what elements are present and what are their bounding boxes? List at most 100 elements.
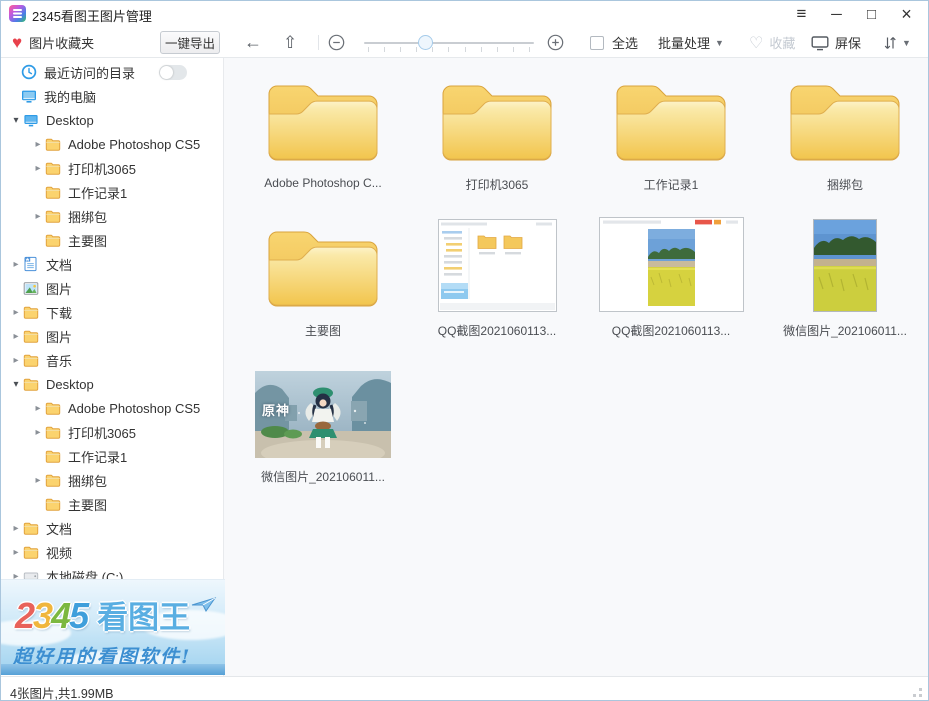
grid-item-folder-bundle[interactable]: 捆绑包 xyxy=(758,66,929,206)
folder-icon xyxy=(45,184,62,200)
tree-item-label: Desktop xyxy=(46,377,94,392)
menu-icon[interactable]: ≡ xyxy=(784,1,819,27)
tree-item-downloads[interactable]: ▸下载 xyxy=(1,300,205,324)
sort-dropdown[interactable]: ▼ xyxy=(883,27,911,58)
tree-item-label: 捆绑包 xyxy=(68,471,107,490)
up-level-icon[interactable]: ⇧ xyxy=(283,27,297,58)
tree-item-work-log-1[interactable]: 工作记录1 xyxy=(1,180,205,204)
tree-item-bundle-2[interactable]: ▸ 捆绑包 xyxy=(1,468,205,492)
batch-process-dropdown[interactable]: 批量处理 ▼ xyxy=(658,27,724,58)
tree-item-adobe-photoshop-cs5-2[interactable]: ▸Adobe Photoshop CS5 xyxy=(1,396,205,420)
tree-item-desktop[interactable]: ▾Desktop xyxy=(1,108,205,132)
tree-item-desktop-2[interactable]: ▾ Desktop xyxy=(1,372,205,396)
grid-item-image-qq-screenshot-1[interactable]: QQ截图2021060113... xyxy=(410,212,584,352)
folder-icon[interactable] xyxy=(758,66,929,166)
expand-arrow-icon[interactable]: ▾ xyxy=(11,115,21,126)
expand-arrow-icon[interactable]: ▸ xyxy=(11,331,21,342)
slider-track[interactable] xyxy=(364,42,534,44)
grid-item-folder-work-log-1[interactable]: 工作记录1 xyxy=(584,66,758,206)
tree-item-label: 图片 xyxy=(46,279,72,298)
select-all-checkbox[interactable] xyxy=(590,36,604,50)
expand-arrow-icon[interactable]: ▸ xyxy=(11,355,21,366)
minimize-icon[interactable]: ─ xyxy=(819,1,854,27)
tree-item-adobe-photoshop-cs5[interactable]: ▸Adobe Photoshop CS5 xyxy=(1,132,205,156)
tree-item-bundle[interactable]: ▸捆绑包 xyxy=(1,204,205,228)
grid-item-image-wechat-photo-1[interactable]: 微信图片_202106011... xyxy=(758,212,929,352)
folder-icon[interactable] xyxy=(236,212,410,312)
zoom-out-icon[interactable] xyxy=(328,27,345,58)
toolbar-divider xyxy=(318,35,319,50)
back-icon[interactable]: ← xyxy=(244,27,262,58)
recent-dirs-toggle[interactable] xyxy=(159,65,187,80)
grid-item-image-wechat-photo-2[interactable]: 原神微信图片_202106011... xyxy=(236,358,410,498)
image-thumbnail[interactable] xyxy=(758,212,929,312)
tree-item-work-log-1-2[interactable]: 工作记录1 xyxy=(1,444,205,468)
clock-icon xyxy=(21,64,38,80)
image-thumbnail[interactable]: 原神 xyxy=(236,358,410,458)
folder-icon xyxy=(45,208,62,224)
desktop-icon xyxy=(23,112,40,128)
expand-arrow-icon[interactable]: ▸ xyxy=(11,571,21,580)
grid-item-label: Adobe Photoshop C... xyxy=(236,176,410,190)
folder-icon xyxy=(45,424,62,440)
folder-icon[interactable] xyxy=(584,66,758,166)
tree-item-printer-3065[interactable]: ▸打印机3065 xyxy=(1,156,205,180)
tree-item-main-image[interactable]: 主要图 xyxy=(1,228,205,252)
tree-item-recent-dirs[interactable]: 最近访问的目录 xyxy=(1,60,205,84)
tree-item-videos[interactable]: ▸视频 xyxy=(1,540,205,564)
resize-grip[interactable] xyxy=(908,685,922,697)
zoom-slider[interactable] xyxy=(364,27,534,58)
collect-button[interactable]: ♡ 收藏 xyxy=(749,27,795,58)
tree-item-local-disk-c[interactable]: ▸本地磁盘 (C:) xyxy=(1,564,205,579)
expand-arrow-icon[interactable]: ▸ xyxy=(11,523,21,534)
tree-item-label: 我的电脑 xyxy=(44,87,96,106)
expand-arrow-icon[interactable]: ▸ xyxy=(33,475,43,486)
folder-icon[interactable] xyxy=(236,66,410,166)
expand-arrow-icon[interactable]: ▾ xyxy=(11,379,21,390)
folder-icon[interactable] xyxy=(410,66,584,166)
tree-item-pictures-folder[interactable]: ▸图片 xyxy=(1,324,205,348)
folder-icon xyxy=(45,496,62,512)
expand-arrow-icon[interactable]: ▸ xyxy=(33,403,43,414)
statusbar: 4张图片,共1.99MB xyxy=(1,676,928,701)
screensaver-button[interactable]: 屏保 xyxy=(811,27,861,58)
heart-outline-icon: ♡ xyxy=(749,33,763,53)
expand-arrow-icon[interactable]: ▸ xyxy=(33,163,43,174)
tree-item-pictures-lib[interactable]: 图片 xyxy=(1,276,205,300)
expand-arrow-icon[interactable]: ▸ xyxy=(11,259,21,270)
tree-item-label: 主要图 xyxy=(68,495,107,514)
expand-arrow-icon[interactable]: ▸ xyxy=(33,211,43,222)
grid-item-folder-adobe-photoshop[interactable]: Adobe Photoshop C... xyxy=(236,66,410,206)
zoom-in-icon[interactable] xyxy=(547,27,564,58)
expand-arrow-icon[interactable]: ▸ xyxy=(11,307,21,318)
tree-item-documents-folder[interactable]: ▸ 文档 xyxy=(1,516,205,540)
grid-item-image-qq-screenshot-2[interactable]: QQ截图2021060113... xyxy=(584,212,758,352)
tree-item-documents-lib[interactable]: ▸文档 xyxy=(1,252,205,276)
grid-item-folder-main-image[interactable]: 主要图 xyxy=(236,212,410,352)
tree-item-main-image-2[interactable]: 主要图 xyxy=(1,492,205,516)
image-thumbnail[interactable] xyxy=(410,212,584,312)
select-all-label[interactable]: 全选 xyxy=(612,27,638,58)
tree-item-label: 文档 xyxy=(46,519,72,538)
ad-digit: 5 xyxy=(69,595,87,636)
favorites-label: 图片收藏夹 xyxy=(29,33,94,52)
tree-item-label: 最近访问的目录 xyxy=(44,63,135,82)
slider-ticks xyxy=(368,47,530,53)
tree-item-printer-3065-2[interactable]: ▸打印机3065 xyxy=(1,420,205,444)
favorites-button[interactable]: ♥ 图片收藏夹 xyxy=(12,27,94,58)
maximize-icon[interactable]: □ xyxy=(854,1,889,27)
expand-arrow-icon[interactable]: ▸ xyxy=(11,547,21,558)
slider-handle[interactable] xyxy=(418,35,433,50)
ad-bottom-strip xyxy=(1,664,225,675)
expand-arrow-icon[interactable]: ▸ xyxy=(33,139,43,150)
screensaver-label: 屏保 xyxy=(835,33,861,52)
image-thumbnail[interactable] xyxy=(584,212,758,312)
tree-item-my-computer[interactable]: 我的电脑 xyxy=(1,84,205,108)
close-icon[interactable]: × xyxy=(889,1,924,27)
expand-arrow-icon[interactable]: ▸ xyxy=(33,427,43,438)
ad-banner[interactable]: 2345 看图王 超好用的看图软件! xyxy=(1,579,225,675)
export-button[interactable]: 一键导出 xyxy=(160,31,220,54)
tree-item-music[interactable]: ▸ 音乐 xyxy=(1,348,205,372)
tree-item-label: 音乐 xyxy=(46,351,72,370)
grid-item-folder-printer-3065[interactable]: 打印机3065 xyxy=(410,66,584,206)
